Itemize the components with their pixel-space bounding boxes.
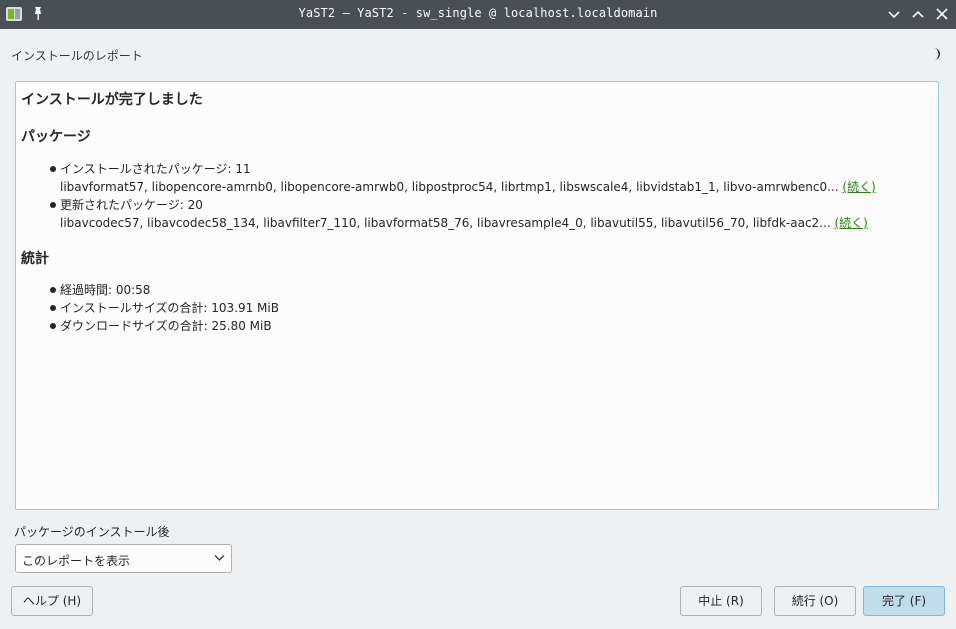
window-titlebar[interactable]: YaST2 — YaST2 - sw_single @ localhost.lo… (0, 0, 956, 29)
updated-packages-item: 更新されたパッケージ: 20 (50, 196, 203, 213)
close-icon[interactable] (934, 6, 950, 22)
stat-install-size: インストールサイズの合計: 103.91 MiB (50, 299, 279, 316)
page-title: インストールのレポート (11, 49, 143, 63)
stat-label: インストールサイズの合計: 103.91 MiB (60, 301, 279, 315)
maximize-icon[interactable] (910, 6, 926, 22)
installed-more-link[interactable]: (続く) (842, 180, 875, 194)
installed-packages-list: libavformat57, libopencore-amrnb0, libop… (60, 178, 876, 195)
stat-label: ダウンロードサイズの合計: 25.80 MiB (60, 319, 272, 333)
packages-heading: パッケージ (21, 129, 91, 145)
updated-packages-list: libavcodec57, libavcodec58_134, libavfil… (60, 214, 868, 231)
updated-packages-names: libavcodec57, libavcodec58_134, libavfil… (60, 216, 831, 230)
stats-heading: 統計 (21, 251, 49, 267)
moon-icon[interactable] (929, 47, 943, 61)
bullet (50, 287, 56, 293)
bullet (50, 305, 56, 311)
after-install-select[interactable]: このレポートを表示 (15, 544, 232, 573)
after-install-label: パッケージのインストール後 (14, 525, 170, 539)
stat-download-size: ダウンロードサイズの合計: 25.80 MiB (50, 317, 272, 334)
bullet (50, 323, 56, 329)
chevron-down-icon (214, 555, 225, 561)
window-title: YaST2 — YaST2 - sw_single @ localhost.lo… (298, 6, 658, 20)
bullet (50, 166, 56, 172)
stat-elapsed-time: 経過時間: 00:58 (50, 281, 150, 298)
continue-button[interactable]: 続行 (O) (774, 586, 856, 616)
abort-button[interactable]: 中止 (R) (680, 586, 762, 616)
updated-packages-label: 更新されたパッケージ: 20 (60, 198, 203, 212)
after-install-selected: このレポートを表示 (22, 554, 131, 568)
installed-packages-label: インストールされたパッケージ: 11 (60, 162, 251, 176)
bullet (50, 202, 56, 208)
minimize-icon[interactable] (886, 6, 902, 22)
stat-label: 経過時間: 00:58 (60, 283, 151, 297)
updated-more-link[interactable]: (続く) (834, 216, 867, 230)
help-button[interactable]: ヘルプ (H) (11, 586, 93, 616)
report-panel[interactable]: インストールが完了しました パッケージ インストールされたパッケージ: 11 l… (15, 81, 939, 510)
finish-button[interactable]: 完了 (F) (863, 586, 945, 616)
installed-packages-item: インストールされたパッケージ: 11 (50, 160, 251, 177)
installed-packages-names: libavformat57, libopencore-amrnb0, libop… (60, 180, 839, 194)
report-title: インストールが完了しました (21, 92, 203, 108)
